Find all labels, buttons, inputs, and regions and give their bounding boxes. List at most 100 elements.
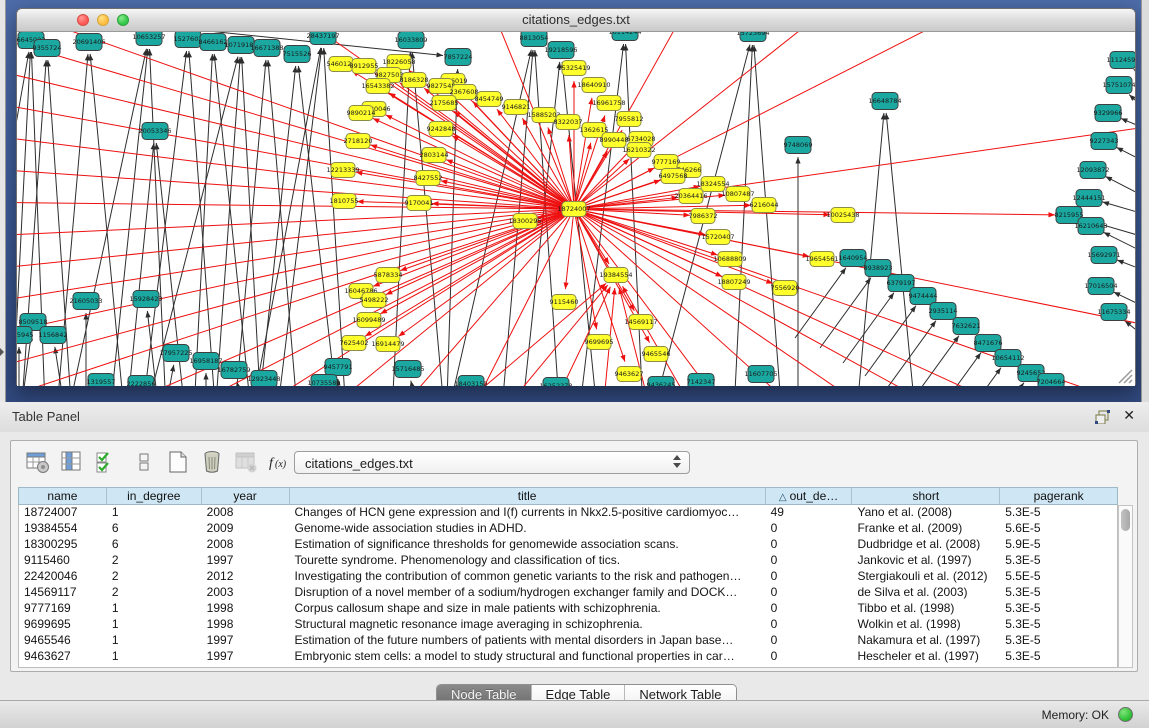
table-cell[interactable]: Corpus callosum shape and size in male p… [290,601,766,617]
table-cell[interactable]: 9777169 [19,601,107,617]
scrollbar-thumb[interactable] [1121,509,1130,531]
table-cell[interactable]: Jankovic et al. (1997) [852,553,1000,569]
table-cell[interactable]: 0 [766,537,853,553]
table-cell[interactable]: 49 [766,505,853,521]
table-cell[interactable]: 22420046 [19,569,107,585]
column-header-title[interactable]: title [290,488,766,504]
table-cell[interactable]: 2003 [202,585,290,601]
table-cell[interactable]: 5.3E-5 [1000,585,1117,601]
table-cell[interactable]: 1 [107,505,202,521]
graph-edge[interactable] [256,66,296,386]
row-height-icon[interactable] [131,449,157,475]
table-cell[interactable]: 2008 [202,505,290,521]
table-settings-icon[interactable] [25,449,51,475]
table-cell[interactable]: Genome-wide association studies in ADHD. [290,521,766,537]
table-row[interactable]: 911546021997Tourette syndrome. Phenomeno… [19,553,1117,569]
vertical-scrollbar[interactable] [1118,505,1133,668]
table-cell[interactable]: 1 [107,649,202,665]
window-titlebar[interactable]: citations_edges.txt [17,9,1135,32]
graph-edge[interactable] [17,62,574,209]
graph-edge[interactable] [626,44,644,386]
table-cell[interactable]: 9465546 [19,633,107,649]
table-row[interactable]: 1830029562008Estimation of significance … [19,537,1117,553]
graph-edge[interactable] [930,353,981,386]
select-rows-icon[interactable] [93,449,119,475]
table-cell[interactable]: 0 [766,569,853,585]
graph-edge[interactable] [391,52,410,386]
table-cell[interactable]: 1 [107,617,202,633]
table-cell[interactable]: 5.3E-5 [1000,633,1117,649]
table-cell[interactable]: 2012 [202,569,290,585]
table-cell[interactable]: 1997 [202,649,290,665]
table-cell[interactable]: Stergiakouli et al. (2012) [852,569,1000,585]
table-cell[interactable]: 19384554 [19,521,107,537]
table-cell[interactable]: 0 [766,633,853,649]
table-cell[interactable]: 6 [107,521,202,537]
table-cell[interactable]: 5.9E-5 [1000,537,1117,553]
table-cell[interactable]: 0 [766,585,853,601]
table-cell[interactable]: Franke et al. (2009) [852,521,1000,537]
graph-edge[interactable] [386,209,574,295]
graph-edge[interactable] [17,209,574,237]
table-cell[interactable]: de Silva et al. (2003) [852,585,1000,601]
graph-edge[interactable] [950,368,1001,386]
column-header-pagerank[interactable]: pagerank [1000,488,1117,504]
graph-edge[interactable] [431,283,606,386]
graph-edge[interactable] [373,209,574,286]
graph-edge[interactable] [275,48,322,386]
graph-edge[interactable] [885,321,936,386]
column-header-short[interactable]: short [852,488,1000,504]
table-row[interactable]: 1938455462009Genome-wide association stu… [19,521,1117,537]
graph-edge[interactable] [973,383,1024,386]
table-row[interactable]: 969969511998Structural magnetic resonanc… [19,617,1117,633]
show-columns-icon[interactable] [59,449,85,475]
table-cell[interactable]: 2 [107,585,202,601]
table-cell[interactable]: 5.5E-5 [1000,569,1117,585]
table-cell[interactable]: 18724007 [19,505,107,521]
control-panel-edge[interactable] [0,0,6,402]
table-selector-dropdown[interactable]: citations_edges.txt [294,451,690,474]
float-panel-icon[interactable] [1095,410,1111,424]
table-cell[interactable]: Dudbridge et al. (2008) [852,537,1000,553]
table-cell[interactable]: Disruption of a novel member of a sodium… [290,585,766,601]
table-cell[interactable]: 14569117 [19,585,107,601]
table-cell[interactable]: 5.3E-5 [1000,601,1117,617]
graph-edge[interactable] [574,143,591,209]
table-row[interactable]: 1872400712008Changes of HCN gene express… [19,505,1117,521]
table-cell[interactable]: 9115460 [19,553,107,569]
new-file-icon[interactable] [165,449,191,475]
table-cell[interactable]: Tourette syndrome. Phenomenology and cla… [290,553,766,569]
column-header-year[interactable]: year [202,488,290,504]
table-row[interactable]: 946362711997Embryonic stem cells: a mode… [19,649,1117,665]
table-cell[interactable]: 1 [107,601,202,617]
table-cell[interactable]: 1998 [202,601,290,617]
graph-edge[interactable] [17,167,574,209]
resize-grip[interactable] [1117,368,1133,384]
column-header-name[interactable]: name [19,488,107,504]
graph-edge[interactable] [574,209,1135,332]
graph-edge[interactable] [17,132,574,209]
table-cell[interactable]: 0 [766,521,853,537]
graph-edge[interactable] [140,51,187,386]
graph-edge[interactable] [17,209,574,377]
memory-ok-indicator-icon[interactable] [1118,707,1133,722]
table-cell[interactable]: Investigating the contribution of common… [290,569,766,585]
network-window[interactable]: citations_edges.txt 66450239355724206914… [16,8,1136,385]
table-cell[interactable]: Changes of HCN gene expression and I(f) … [290,505,766,521]
graph-edge[interactable] [17,97,574,209]
table-cell[interactable]: Embryonic stem cells: a model to study s… [290,649,766,665]
table-cell[interactable]: 5.3E-5 [1000,649,1117,665]
table-cell[interactable]: Yano et al. (2008) [852,505,1000,521]
table-row[interactable]: 977716911998Corpus callosum shape and si… [19,601,1117,617]
table-cell[interactable]: 0 [766,601,853,617]
table-panel-titlebar[interactable]: Table Panel ✕ [0,402,1149,433]
table-cell[interactable]: 5.3E-5 [1000,553,1117,569]
table-cell[interactable]: Tibbo et al. (1998) [852,601,1000,617]
table-cell[interactable]: 1997 [202,633,290,649]
graph-edge[interactable] [189,51,217,386]
table-cell[interactable]: 5.3E-5 [1000,505,1117,521]
table-cell[interactable]: 5.3E-5 [1000,617,1117,633]
table-cell[interactable]: 1998 [202,617,290,633]
table-cell[interactable]: Nakamura et al. (1997) [852,633,1000,649]
table-cell[interactable]: 18300295 [19,537,107,553]
